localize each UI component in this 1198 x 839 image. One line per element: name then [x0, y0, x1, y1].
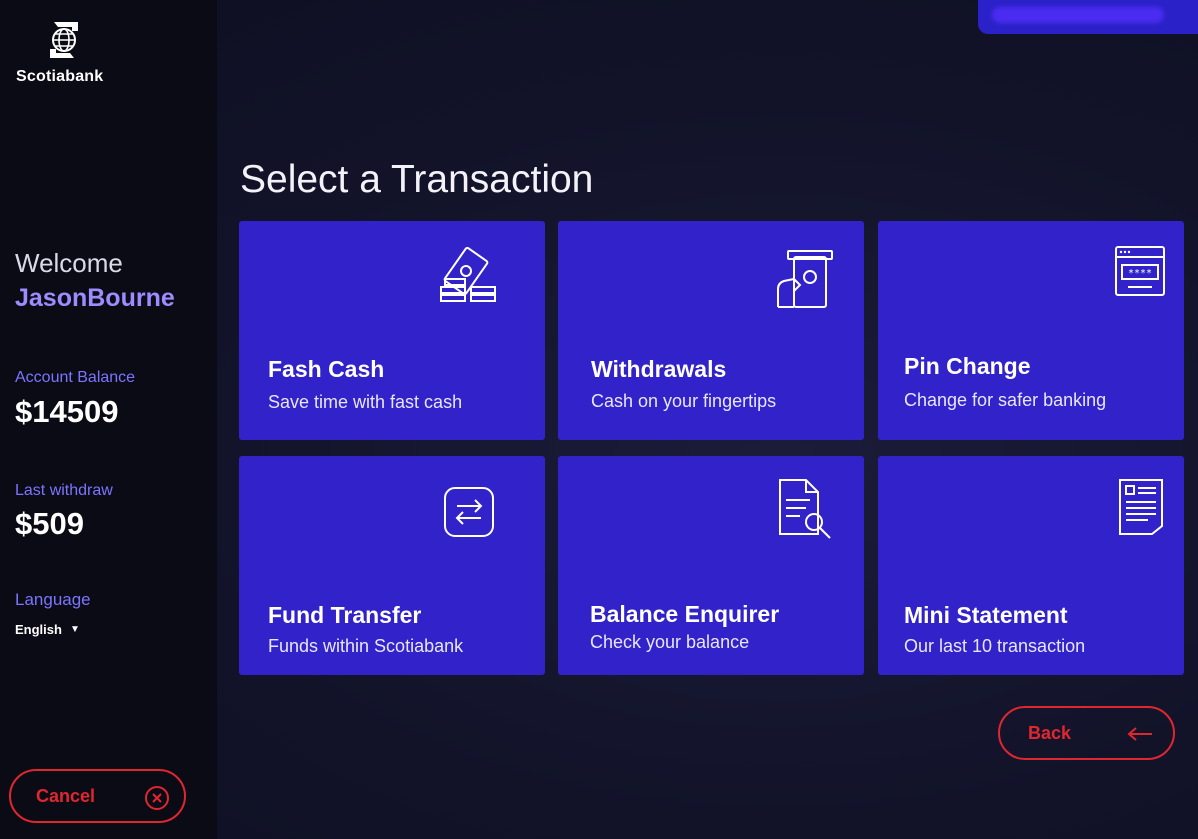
cash-stack-icon: [440, 247, 496, 302]
last-withdraw-value: $509: [15, 506, 84, 541]
top-status-bar: [978, 0, 1198, 34]
tile-fast-cash[interactable]: Fash Cash Save time with fast cash: [239, 221, 545, 440]
back-button-label: Back: [1028, 722, 1072, 743]
tile-subtitle: Our last 10 transaction: [904, 636, 1086, 656]
username: JasonBourne: [15, 284, 175, 312]
tile-balance-enquirer[interactable]: Balance Enquirer Check your balance: [558, 456, 864, 675]
statement-icon: [1119, 479, 1163, 535]
cancel-button[interactable]: Cancel: [9, 769, 186, 823]
tile-title: Balance Enquirer: [590, 601, 780, 627]
tile-pin-change[interactable]: **** Pin Change Change for safer banking: [878, 221, 1184, 440]
welcome-label: Welcome: [15, 248, 123, 278]
language-select[interactable]: English ▼: [15, 622, 80, 637]
account-balance-value: $14509: [15, 394, 119, 429]
tile-subtitle: Check your balance: [590, 632, 750, 652]
scotiabank-logo-icon: [50, 22, 78, 58]
brand-name: Scotiabank: [16, 68, 104, 85]
account-balance-label: Account Balance: [15, 369, 136, 386]
document-search-icon: [779, 479, 831, 539]
tile-title: Pin Change: [904, 353, 1031, 379]
svg-text:****: ****: [1128, 268, 1152, 279]
transfer-arrows-icon: [444, 487, 494, 537]
sidebar: Scotiabank Welcome JasonBourne Account B…: [0, 0, 217, 839]
language-label: Language: [15, 590, 91, 609]
chevron-down-icon: ▼: [69, 624, 80, 635]
redacted-area: [992, 7, 1164, 23]
last-withdraw-label: Last withdraw: [15, 482, 113, 499]
language-selected-value: English: [15, 622, 62, 637]
tile-subtitle: Save time with fast cash: [268, 392, 463, 412]
back-button[interactable]: Back: [998, 706, 1175, 760]
tile-subtitle: Change for safer banking: [904, 390, 1107, 410]
brand-logo: Scotiabank: [16, 18, 126, 86]
cancel-button-label: Cancel: [36, 785, 96, 806]
tile-title: Fash Cash: [268, 356, 385, 382]
tile-title: Withdrawals: [591, 356, 727, 382]
tile-mini-statement[interactable]: Mini Statement Our last 10 transaction: [878, 456, 1184, 675]
atm-withdraw-icon: [777, 250, 833, 308]
close-circle-icon: [145, 786, 169, 810]
tile-title: Mini Statement: [904, 602, 1068, 628]
tile-subtitle: Cash on your fingertips: [591, 391, 777, 411]
pin-screen-icon: ****: [1115, 246, 1165, 296]
tile-fund-transfer[interactable]: Fund Transfer Funds within Scotiabank: [239, 456, 545, 675]
page-title: Select a Transaction: [240, 158, 594, 201]
arrow-left-icon: [1127, 727, 1152, 741]
tile-title: Fund Transfer: [268, 602, 422, 628]
tile-subtitle: Funds within Scotiabank: [268, 636, 464, 656]
tile-withdrawals[interactable]: Withdrawals Cash on your fingertips: [558, 221, 864, 440]
